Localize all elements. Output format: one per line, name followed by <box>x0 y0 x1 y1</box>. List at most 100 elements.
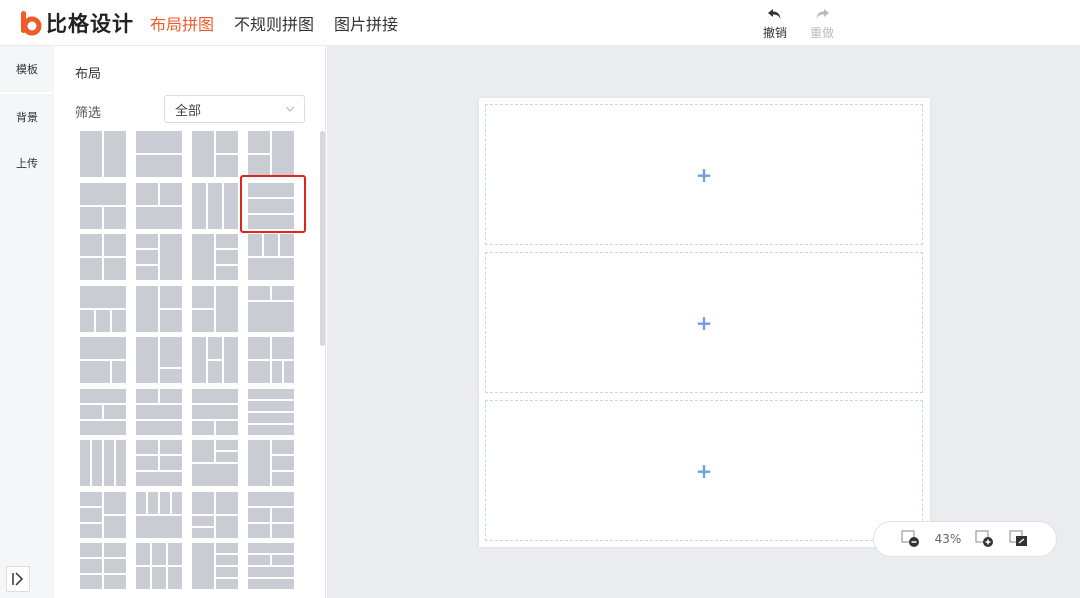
layout-cell <box>264 234 278 256</box>
layout-cell <box>216 516 238 538</box>
layout-thumbnail[interactable] <box>192 543 238 589</box>
logo-b-icon <box>21 11 42 36</box>
zoom-level: 43% <box>934 532 962 546</box>
layout-cell <box>80 440 90 486</box>
layout-cell <box>116 440 126 486</box>
undo-button[interactable]: 撤销 <box>755 6 795 42</box>
layout-cell <box>136 286 158 332</box>
tab-irregular-collage[interactable]: 不规则拼图 <box>234 11 314 35</box>
layout-thumbnail[interactable] <box>192 440 238 486</box>
layout-thumbnail[interactable] <box>80 234 126 280</box>
layout-cell <box>192 389 238 403</box>
filter-value: 全部 <box>175 103 202 119</box>
layout-thumbnail[interactable] <box>80 183 126 229</box>
layout-cell <box>224 183 238 229</box>
layout-thumbnail[interactable] <box>192 183 238 229</box>
layout-cell <box>192 337 206 383</box>
layout-cell <box>272 508 294 522</box>
layout-thumbnail[interactable] <box>136 234 182 280</box>
layout-thumbnail[interactable] <box>136 183 182 229</box>
layout-cell <box>104 207 126 229</box>
layout-thumbnail[interactable] <box>136 492 182 538</box>
layout-thumbnail[interactable] <box>192 337 238 383</box>
rail-tab-background[interactable]: 背景 <box>0 94 54 140</box>
layout-cell <box>216 579 238 589</box>
image-slot-2[interactable]: + <box>485 252 923 393</box>
layout-thumbnail[interactable] <box>248 389 294 435</box>
filter-label: 筛选 <box>75 106 102 121</box>
layout-thumbnail[interactable] <box>80 131 126 177</box>
layout-thumbnail[interactable] <box>136 286 182 332</box>
layout-cell <box>80 234 102 256</box>
layout-cell <box>104 516 126 538</box>
image-slot-1[interactable]: + <box>485 104 923 245</box>
layout-thumbnail[interactable] <box>80 492 126 538</box>
rail-filler <box>0 186 54 598</box>
layout-thumbnail[interactable] <box>136 440 182 486</box>
redo-icon <box>816 9 829 19</box>
layout-thumbnail[interactable] <box>136 543 182 589</box>
layout-thumbnail[interactable] <box>248 543 294 589</box>
layout-thumbnail-selected[interactable] <box>240 175 306 233</box>
layout-cell <box>248 425 294 435</box>
layout-cell <box>136 389 158 403</box>
layout-cell <box>192 405 238 419</box>
zoom-out-button[interactable] <box>901 530 921 548</box>
tab-image-stitch[interactable]: 图片拼接 <box>334 11 398 35</box>
layout-thumbnail[interactable] <box>80 286 126 332</box>
tab-layout-collage[interactable]: 布局拼图 <box>150 11 214 35</box>
redo-button[interactable]: 重做 <box>802 6 842 42</box>
layout-cell <box>192 543 214 589</box>
rail-tab-upload[interactable]: 上传 <box>0 140 54 186</box>
layout-thumbnail[interactable] <box>248 337 294 383</box>
add-image-icon: + <box>695 162 713 187</box>
layout-thumbnail[interactable] <box>192 234 238 280</box>
layout-thumbnail[interactable] <box>248 492 294 538</box>
image-slot-3[interactable]: + <box>485 400 923 541</box>
layout-thumbnail[interactable] <box>136 131 182 177</box>
layout-cell <box>136 131 182 153</box>
layout-thumbnail[interactable] <box>80 543 126 589</box>
layout-cell <box>80 286 126 308</box>
layout-thumbnail[interactable] <box>136 337 182 383</box>
zoom-out-icon <box>901 530 919 547</box>
left-rail: 模板 背景 上传 <box>0 46 54 598</box>
layout-cell <box>216 266 238 280</box>
layout-cell <box>272 456 294 470</box>
layout-cell <box>248 302 294 332</box>
layout-thumbnail[interactable] <box>248 131 294 177</box>
layout-thumbnail[interactable] <box>80 440 126 486</box>
layout-thumbnail[interactable] <box>248 234 294 280</box>
layout-thumbnail[interactable] <box>248 286 294 332</box>
layout-cell <box>168 543 182 565</box>
layout-cell <box>80 543 102 557</box>
logo[interactable]: 比格设计 <box>20 8 134 38</box>
layout-cell <box>172 492 182 514</box>
layout-cell <box>272 472 294 486</box>
layout-thumbnail[interactable] <box>80 389 126 435</box>
add-image-icon: + <box>695 458 713 483</box>
layout-cell <box>80 559 102 573</box>
fit-screen-icon <box>1009 530 1028 546</box>
panel-scrollbar[interactable] <box>320 131 325 346</box>
layout-cell <box>272 131 294 177</box>
layout-thumbnail[interactable] <box>136 389 182 435</box>
layout-cell <box>192 516 214 526</box>
layout-cell <box>136 440 158 454</box>
layout-thumbnail[interactable] <box>192 389 238 435</box>
layout-thumbnail[interactable] <box>192 492 238 538</box>
fit-screen-button[interactable] <box>1009 530 1029 548</box>
filter-select[interactable]: 全部 <box>164 95 305 123</box>
layout-cell <box>248 579 294 589</box>
layout-cell <box>136 266 158 280</box>
layout-thumbnail[interactable] <box>248 440 294 486</box>
zoom-in-button[interactable] <box>975 530 995 548</box>
layout-cell <box>104 543 126 557</box>
rail-tab-templates[interactable]: 模板 <box>0 46 54 92</box>
layout-thumbnail[interactable] <box>192 286 238 332</box>
collapse-panel-button[interactable] <box>6 566 30 592</box>
layout-thumbnail[interactable] <box>192 131 238 177</box>
layout-thumbnail[interactable] <box>80 337 126 383</box>
layout-panel: 布局 筛选 全部 <box>54 46 326 598</box>
layout-cell <box>248 555 270 565</box>
